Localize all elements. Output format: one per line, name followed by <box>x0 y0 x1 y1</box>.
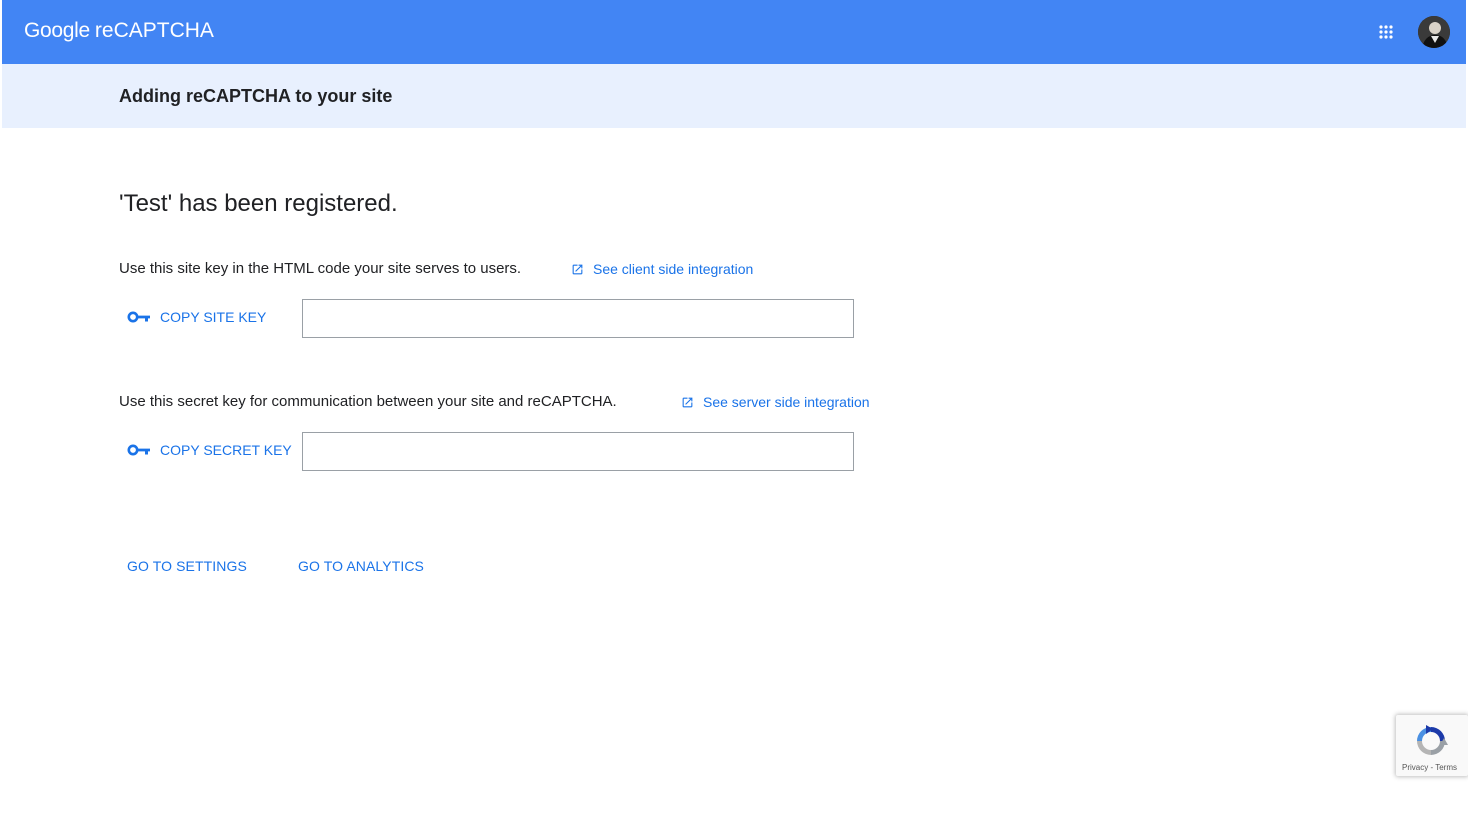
terms-link[interactable]: Terms <box>1435 763 1457 772</box>
secret-key-field[interactable] <box>302 432 854 471</box>
copy-site-key-button[interactable]: COPY SITE KEY <box>127 309 266 325</box>
copy-secret-key-button[interactable]: COPY SECRET KEY <box>127 442 292 458</box>
top-app-bar: Google reCAPTCHA <box>2 0 1466 64</box>
server-side-integration-link[interactable]: See server side integration <box>681 394 870 410</box>
registration-confirmation-title: 'Test' has been registered. <box>119 190 398 217</box>
client-side-integration-label: See client side integration <box>593 261 754 277</box>
copy-secret-key-label: COPY SECRET KEY <box>160 442 292 458</box>
recaptcha-logo-icon <box>1417 725 1448 755</box>
server-side-integration-label: See server side integration <box>703 394 870 410</box>
badge-links: Privacy - Terms <box>1402 763 1457 772</box>
secret-key-description: Use this secret key for communication be… <box>119 393 617 410</box>
copy-site-key-label: COPY SITE KEY <box>160 309 267 325</box>
recaptcha-badge[interactable]: Privacy - Terms <box>1396 715 1468 776</box>
account-avatar[interactable] <box>1418 16 1450 48</box>
page-title: Adding reCAPTCHA to your site <box>119 86 393 106</box>
apps-grid-icon[interactable] <box>1374 20 1398 44</box>
go-to-analytics-button[interactable]: GO TO ANALYTICS <box>298 558 424 574</box>
key-icon <box>127 311 150 323</box>
google-wordmark: Google <box>24 19 90 42</box>
page-subheader: Adding reCAPTCHA to your site <box>2 64 1466 128</box>
site-key-field[interactable] <box>302 299 854 338</box>
site-key-description: Use this site key in the HTML code your … <box>119 260 522 277</box>
privacy-link[interactable]: Privacy <box>1402 763 1428 772</box>
client-side-integration-link[interactable]: See client side integration <box>571 261 753 277</box>
open-in-new-icon <box>572 264 583 274</box>
open-in-new-icon <box>682 397 693 407</box>
go-to-settings-button[interactable]: GO TO SETTINGS <box>127 558 247 574</box>
product-name: reCAPTCHA <box>94 19 214 42</box>
key-icon <box>127 444 150 456</box>
account-avatar-icon <box>1418 16 1450 48</box>
brand-logo[interactable]: Google reCAPTCHA <box>24 19 214 43</box>
